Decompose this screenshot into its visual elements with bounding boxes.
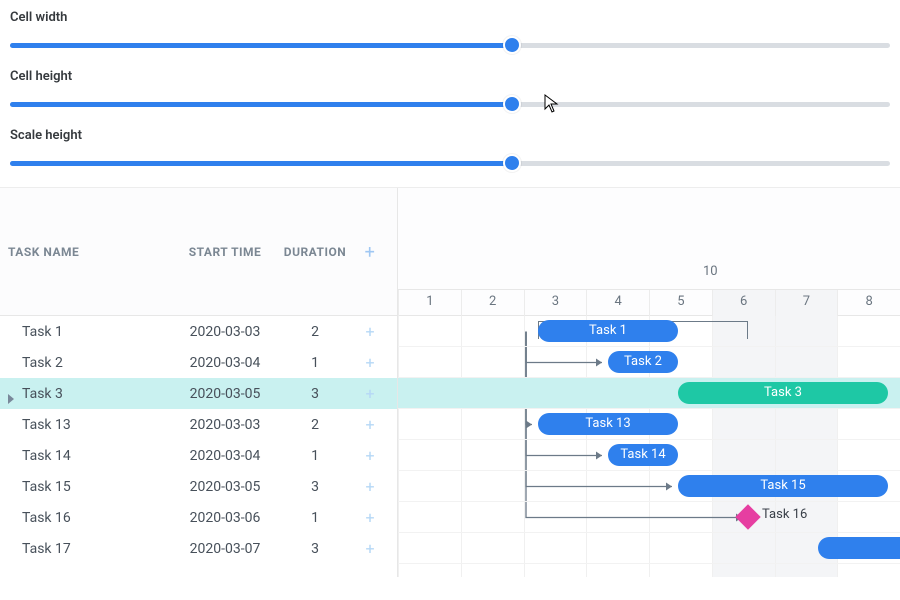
chart-row[interactable]: Task 13 (398, 409, 900, 440)
table-row[interactable]: Task 22020-03-041+ (0, 347, 397, 378)
cell-duration[interactable]: 1 (280, 510, 350, 526)
add-task-button[interactable]: + (350, 415, 390, 434)
cell-duration[interactable]: 1 (280, 355, 350, 371)
table-row[interactable]: Task 142020-03-041+ (0, 440, 397, 471)
scale-day[interactable]: 1 (398, 290, 461, 316)
grid-header: TASK NAME START TIME DURATION + (0, 188, 397, 316)
task-bar[interactable]: Task 1 (538, 320, 678, 342)
add-task-button[interactable]: + (350, 446, 390, 465)
cell-task-name[interactable]: Task 16 (0, 510, 170, 526)
slider-scale-height[interactable] (10, 153, 890, 173)
table-row[interactable]: Task 172020-03-073+ (0, 533, 397, 564)
slider-label: Cell width (10, 10, 890, 25)
col-header-start[interactable]: START TIME (170, 245, 280, 259)
cell-task-name[interactable]: Task 17 (0, 541, 170, 557)
cell-task-name[interactable]: Task 2 (0, 355, 170, 371)
milestone-label: Task 16 (762, 507, 807, 522)
chart-row[interactable]: Task 1 (398, 316, 900, 347)
col-header-name[interactable]: TASK NAME (0, 245, 170, 259)
cell-duration[interactable]: 2 (280, 324, 350, 340)
chart-rows: Task 1 Task 2Task 3Task 13 Task 14Task 15 T… (398, 316, 900, 577)
cell-start-time[interactable]: 2020-03-06 (170, 510, 280, 526)
cell-start-time[interactable]: 2020-03-04 (170, 448, 280, 464)
grid-pane: TASK NAME START TIME DURATION + Task 120… (0, 188, 398, 577)
slider-cell-width[interactable] (10, 35, 890, 55)
table-row[interactable]: Task 12020-03-032+ (0, 316, 397, 347)
task-bar[interactable]: Task 3 (678, 382, 888, 404)
task-bar[interactable]: Task 13 (538, 413, 678, 435)
cell-start-time[interactable]: 2020-03-03 (170, 324, 280, 340)
scale-days: 12345678 (398, 290, 900, 316)
task-bar[interactable]: Task 14 (608, 444, 678, 466)
slider-cell-height[interactable] (10, 94, 890, 114)
cell-duration[interactable]: 3 (280, 479, 350, 495)
table-row[interactable]: Task 152020-03-053+ (0, 471, 397, 502)
add-column-button[interactable]: + (350, 240, 390, 263)
controls-panel: Cell width Cell height Scale height (0, 0, 900, 173)
chart-row[interactable]: Task 16 (398, 502, 900, 533)
milestone-diamond[interactable] (735, 504, 760, 529)
scale-day[interactable]: 6 (712, 290, 775, 316)
scale-day[interactable]: 7 (775, 290, 838, 316)
gantt-view: TASK NAME START TIME DURATION + Task 120… (0, 187, 900, 577)
cell-duration[interactable]: 2 (280, 417, 350, 433)
cell-duration[interactable]: 3 (280, 386, 350, 402)
col-header-duration[interactable]: DURATION (280, 245, 350, 259)
caret-icon[interactable] (8, 394, 14, 404)
cell-task-name[interactable]: Task 3 (0, 386, 170, 402)
cell-start-time[interactable]: 2020-03-07 (170, 541, 280, 557)
scale-day[interactable]: 8 (837, 290, 900, 316)
cell-task-name[interactable]: Task 1 (0, 324, 170, 340)
chart-row[interactable]: Task 2 (398, 347, 900, 378)
add-task-button[interactable]: + (350, 353, 390, 372)
scale-day[interactable]: 4 (586, 290, 649, 316)
table-row[interactable]: Task 132020-03-032+ (0, 409, 397, 440)
chart-row[interactable]: Task 14 (398, 440, 900, 471)
cell-duration[interactable]: 1 (280, 448, 350, 464)
task-bar[interactable]: Task 15 (678, 475, 888, 497)
task-bar[interactable] (818, 537, 900, 559)
scale-day[interactable]: 5 (649, 290, 712, 316)
add-task-button[interactable]: + (350, 384, 390, 403)
add-task-button[interactable]: + (350, 539, 390, 558)
chart-pane[interactable]: 10 12345678 Task 1Task 2Task 3Task 13Tas… (398, 188, 900, 577)
cell-start-time[interactable]: 2020-03-05 (170, 479, 280, 495)
cell-start-time[interactable]: 2020-03-03 (170, 417, 280, 433)
cell-task-name[interactable]: Task 15 (0, 479, 170, 495)
cell-task-name[interactable]: Task 14 (0, 448, 170, 464)
scale-day[interactable]: 2 (461, 290, 524, 316)
task-bar[interactable]: Task 2 (608, 351, 678, 373)
slider-label: Scale height (10, 128, 890, 143)
chart-row[interactable] (398, 533, 900, 564)
add-task-button[interactable]: + (350, 508, 390, 527)
cell-duration[interactable]: 3 (280, 541, 350, 557)
chart-row[interactable]: Task 15 (398, 471, 900, 502)
scale-group-label: 10 (398, 264, 900, 290)
cell-task-name[interactable]: Task 13 (0, 417, 170, 433)
add-task-button[interactable]: + (350, 477, 390, 496)
time-scale: 10 12345678 (398, 188, 900, 316)
cell-start-time[interactable]: 2020-03-05 (170, 386, 280, 402)
slider-label: Cell height (10, 69, 890, 84)
grid-rows: Task 12020-03-032+Task 22020-03-041+Task… (0, 316, 397, 564)
chart-body[interactable]: Task 1 Task 2Task 3Task 13 Task 14Task 15 T… (398, 316, 900, 577)
cell-start-time[interactable]: 2020-03-04 (170, 355, 280, 371)
table-row[interactable]: Task 162020-03-061+ (0, 502, 397, 533)
chart-row[interactable]: Task 3 (398, 378, 900, 409)
scale-day[interactable]: 3 (524, 290, 587, 316)
table-row[interactable]: Task 32020-03-053+ (0, 378, 397, 409)
add-task-button[interactable]: + (350, 322, 390, 341)
